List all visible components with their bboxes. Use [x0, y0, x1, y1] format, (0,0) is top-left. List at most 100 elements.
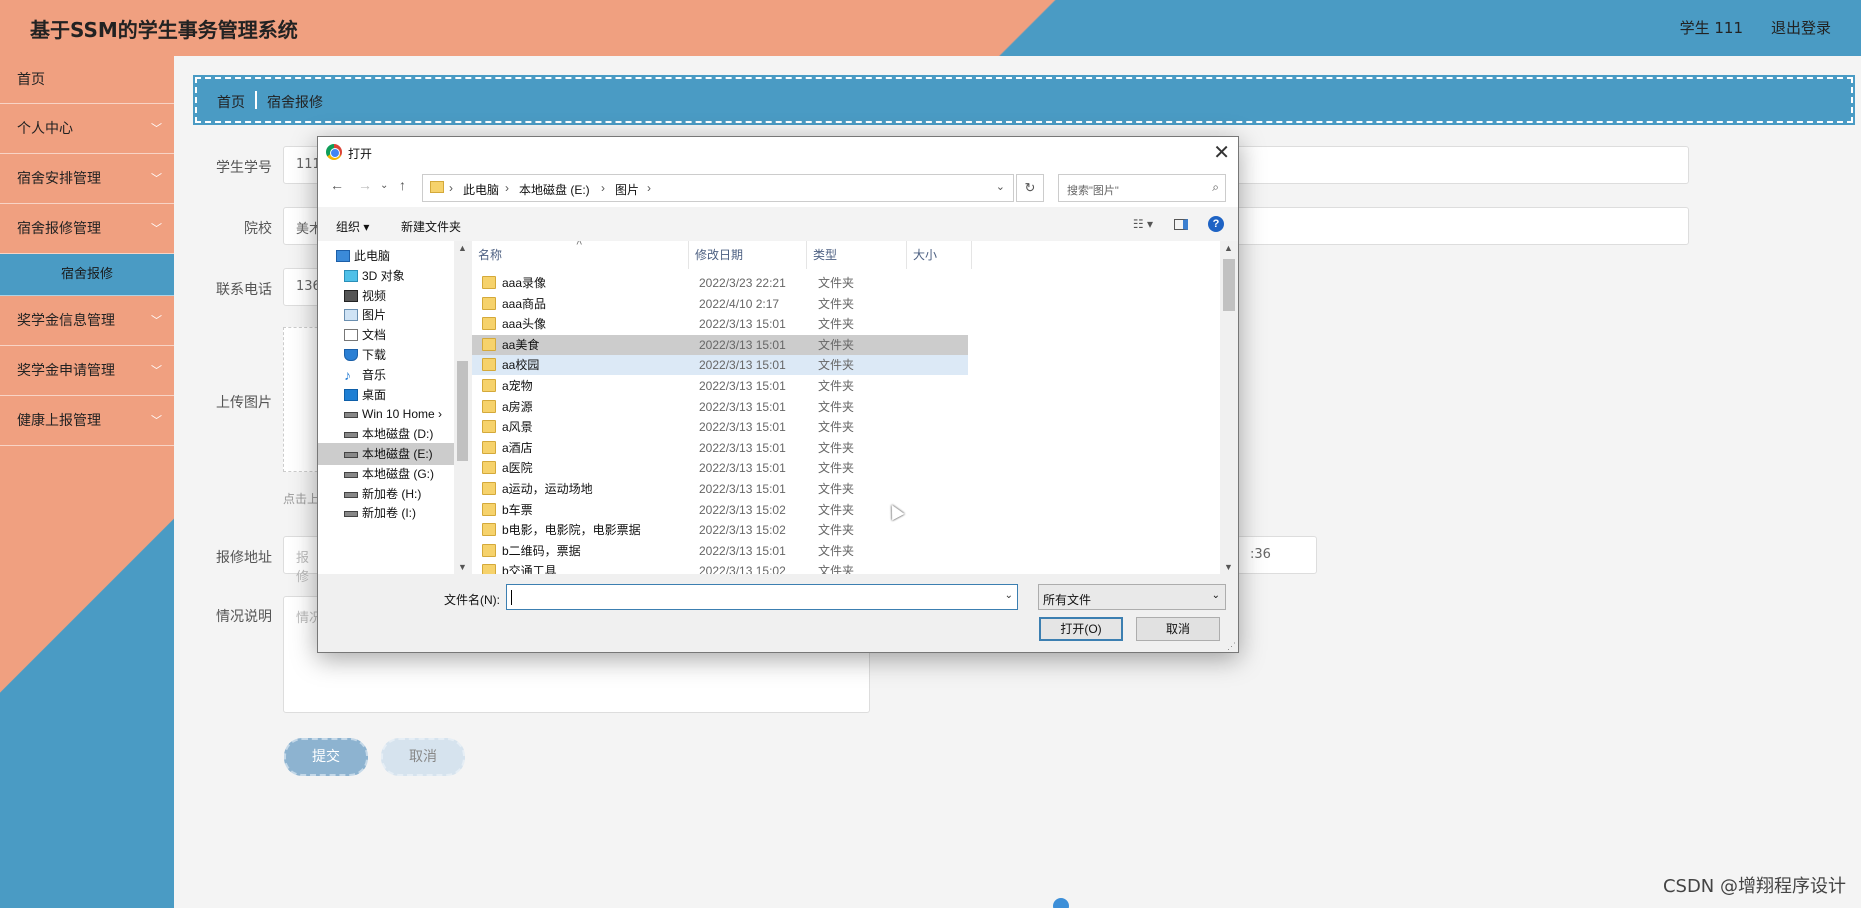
- file-type: 文件夹: [818, 296, 855, 311]
- sidebar-item-health-report[interactable]: 健康上报管理 ﹀: [0, 396, 174, 446]
- path-segment-pc[interactable]: 此电脑: [463, 181, 499, 198]
- sidebar-item-scholarship-info[interactable]: 奖学金信息管理 ﹀: [0, 296, 174, 346]
- repair-time-field[interactable]: :36: [1237, 536, 1317, 574]
- tree-item[interactable]: 图片: [318, 304, 454, 326]
- sidebar-item-dorm-repair[interactable]: 宿舍报修管理 ﹀: [0, 204, 174, 254]
- open-button[interactable]: 打开(O): [1039, 617, 1123, 641]
- tree-item-label: 文档: [362, 328, 387, 343]
- path-segment-drive[interactable]: 本地磁盘 (E:): [519, 181, 590, 198]
- organize-button[interactable]: 组织 ▾: [336, 218, 369, 235]
- dialog-toolbar: 组织 ▾ 新建文件夹 ☷ ▾ ?: [318, 207, 1238, 241]
- file-row[interactable]: a医院 2022/3/13 15:01 文件夹: [472, 458, 968, 478]
- file-row[interactable]: b二维码，票据 2022/3/13 15:01 文件夹: [472, 541, 968, 561]
- sidebar-item-label: 健康上报管理: [17, 413, 101, 429]
- address-bar[interactable]: › 此电脑 › 本地磁盘 (E:) › 图片 › ⌄: [422, 174, 1014, 202]
- tree-item[interactable]: 本地磁盘 (D:): [318, 423, 454, 445]
- folder-icon: [482, 296, 496, 310]
- file-row[interactable]: a房源 2022/3/13 15:01 文件夹: [472, 397, 968, 417]
- file-date: 2022/3/13 15:01: [699, 482, 786, 496]
- scroll-up-icon[interactable]: ▲: [1224, 243, 1233, 253]
- file-list-scrollbar[interactable]: ▲ ▼: [1220, 241, 1238, 574]
- chevron-down-icon[interactable]: ⌄: [996, 180, 1005, 193]
- sidebar-item-label: 首页: [17, 72, 45, 88]
- back-arrow-icon[interactable]: ←: [330, 177, 344, 193]
- preview-pane-icon[interactable]: [1174, 219, 1188, 230]
- tree-item[interactable]: 本地磁盘 (G:): [318, 463, 454, 485]
- logout-link[interactable]: 退出登录: [1771, 17, 1831, 38]
- sidebar-item-scholarship-apply[interactable]: 奖学金申请管理 ﹀: [0, 346, 174, 396]
- file-row[interactable]: a运动，运动场地 2022/3/13 15:01 文件夹: [472, 479, 968, 499]
- file-row[interactable]: a宠物 2022/3/13 15:01 文件夹: [472, 376, 968, 396]
- file-row[interactable]: b交通工具 2022/3/13 15:02 文件夹: [472, 561, 968, 574]
- folder-icon: [482, 461, 496, 475]
- resize-grip-icon[interactable]: ⋰: [1227, 641, 1236, 652]
- file-row[interactable]: aaa商品 2022/4/10 2:17 文件夹: [472, 294, 968, 314]
- file-row[interactable]: aa校园 2022/3/13 15:01 文件夹: [472, 355, 968, 376]
- tree-item[interactable]: 桌面: [318, 384, 454, 406]
- file-row[interactable]: a风景 2022/3/13 15:01 文件夹: [472, 417, 968, 437]
- tree-item[interactable]: 新加卷 (H:): [318, 483, 454, 505]
- file-open-dialog: 打开 ✕ ← → ⌄ ↑ › 此电脑 › 本地磁盘 (E:) › 图片 › ⌄ …: [317, 136, 1239, 653]
- drive-icon: [344, 452, 358, 458]
- scroll-thumb[interactable]: [1223, 259, 1235, 311]
- sidebar-subitem-dorm-repair[interactable]: 宿舍报修: [0, 254, 174, 296]
- dialog-titlebar: 打开 ✕: [318, 137, 1238, 167]
- sidebar-item-dorm-arrangement[interactable]: 宿舍安排管理 ﹀: [0, 154, 174, 204]
- user-name[interactable]: 学生 111: [1680, 17, 1743, 38]
- search-input[interactable]: 搜索"图片" ⌕: [1058, 174, 1226, 202]
- column-header-type[interactable]: 类型: [807, 241, 907, 269]
- close-icon[interactable]: ✕: [1213, 140, 1230, 165]
- forward-arrow-icon[interactable]: →: [358, 177, 372, 193]
- tree-item[interactable]: 下载: [318, 344, 454, 366]
- help-icon[interactable]: ?: [1208, 216, 1224, 232]
- upload-hint: 点击上: [283, 492, 320, 506]
- scroll-down-icon[interactable]: ▼: [458, 562, 467, 572]
- refresh-icon[interactable]: ↻: [1016, 174, 1044, 202]
- file-row[interactable]: aaa头像 2022/3/13 15:01 文件夹: [472, 314, 968, 334]
- chevron-down-icon: ﹀: [151, 122, 162, 135]
- up-arrow-icon[interactable]: ↑: [399, 177, 406, 193]
- file-row[interactable]: b电影，电影院，电影票据 2022/3/13 15:02 文件夹: [472, 520, 968, 540]
- file-row[interactable]: aa美食 2022/3/13 15:01 文件夹: [472, 334, 968, 355]
- chevron-down-icon[interactable]: ⌄: [1005, 590, 1013, 601]
- path-segment-folder[interactable]: 图片: [615, 181, 639, 198]
- tree-item-label: 新加卷 (I:): [362, 506, 416, 521]
- column-header-size[interactable]: 大小: [907, 241, 972, 269]
- sidebar-item-profile[interactable]: 个人中心 ﹀: [0, 104, 174, 154]
- cancel-button[interactable]: 取消: [381, 738, 465, 776]
- tree-item[interactable]: 本地磁盘 (E:): [318, 443, 454, 465]
- new-folder-button[interactable]: 新建文件夹: [401, 218, 461, 235]
- floating-dot[interactable]: [1053, 898, 1069, 908]
- column-header-name[interactable]: 名称: [472, 241, 689, 269]
- breadcrumb-home[interactable]: 首页: [217, 92, 245, 112]
- dialog-cancel-button[interactable]: 取消: [1136, 617, 1220, 641]
- scroll-thumb[interactable]: [457, 361, 468, 461]
- file-row[interactable]: aaa录像 2022/3/23 22:21 文件夹: [472, 273, 968, 293]
- filetype-select[interactable]: 所有文件 ⌄: [1038, 584, 1226, 610]
- tree-item[interactable]: 新加卷 (I:): [318, 502, 454, 524]
- tree-scrollbar[interactable]: ▲ ▼: [454, 241, 471, 574]
- tree-item[interactable]: 3D 对象: [318, 265, 454, 287]
- column-header-date[interactable]: 修改日期: [689, 241, 807, 269]
- tree-item[interactable]: ♪ 音乐: [318, 364, 454, 386]
- scroll-up-icon[interactable]: ▲: [458, 243, 467, 253]
- tree-item-label: 本地磁盘 (E:): [362, 447, 433, 461]
- sidebar-item-label: 宿舍安排管理: [17, 171, 101, 187]
- tree-item[interactable]: 视频: [318, 285, 454, 307]
- folder-icon: [482, 358, 496, 372]
- chrome-icon: [326, 144, 342, 160]
- scroll-down-icon[interactable]: ▼: [1224, 562, 1233, 572]
- view-options-icon[interactable]: ☷ ▾: [1133, 217, 1153, 231]
- recent-dropdown-icon[interactable]: ⌄: [380, 180, 388, 191]
- file-name: a房源: [502, 399, 533, 414]
- file-name: aaa商品: [502, 296, 547, 311]
- folder-icon: [482, 420, 496, 434]
- sidebar-item-home[interactable]: 首页: [0, 56, 174, 104]
- tree-item[interactable]: 此电脑: [318, 245, 454, 267]
- submit-button[interactable]: 提交: [284, 738, 368, 776]
- tree-item[interactable]: 文档: [318, 324, 454, 346]
- filename-input[interactable]: ⌄: [506, 584, 1018, 610]
- file-row[interactable]: a酒店 2022/3/13 15:01 文件夹: [472, 438, 968, 458]
- tree-item[interactable]: Win 10 Home ›: [318, 403, 454, 425]
- file-type: 文件夹: [818, 440, 855, 455]
